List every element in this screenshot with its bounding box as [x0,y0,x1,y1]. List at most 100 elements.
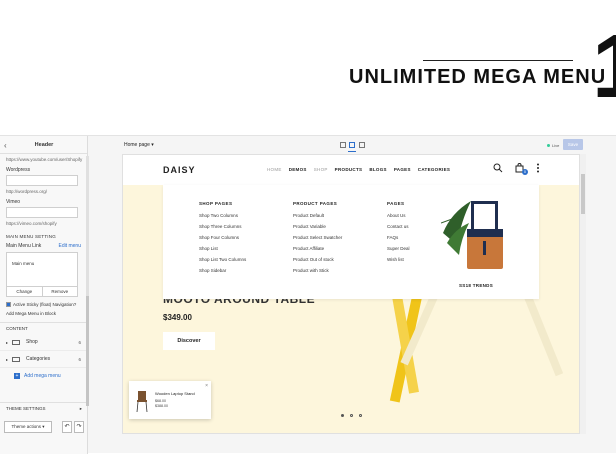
theme-editor: ‹ Header https://www.youtube.com/user/Sh… [0,135,616,454]
main-nav: HOME DEMOS SHOP PRODUCTS BLOGS PAGES CAT… [267,167,450,172]
desktop-view-icon[interactable] [349,142,355,148]
block-label: Shop [26,339,38,345]
sticky-nav-checkbox[interactable]: Active Sticky (float) Navigation? [6,302,81,307]
nav-item-shop[interactable]: SHOP [314,167,328,172]
nav-item-categories[interactable]: CATEGORIES [418,167,450,172]
banner-number: 1 [592,22,616,112]
popup-product-name: Wooden Laptop Stand [155,391,195,396]
column-title: SHOP PAGES [199,201,233,206]
preview-scroll-thumb[interactable] [581,174,585,214]
menu-item[interactable]: Product Out of stock [293,257,342,262]
column-title: PAGES [387,201,405,206]
nav-item-pages[interactable]: PAGES [394,167,411,172]
main-menu-picker[interactable]: Main menu [6,252,78,287]
wordpress-url-text: http://wordpress.org/ [6,189,48,194]
save-button[interactable]: Save [563,139,583,150]
menu-item[interactable]: Product with Stick [293,268,342,273]
menu-item[interactable]: Shop Sidebar [199,268,246,273]
menu-item[interactable]: FAQs [387,235,410,240]
menu-item[interactable]: Product Affiliate [293,246,342,251]
menu-item[interactable]: Product Variable [293,224,342,229]
change-button[interactable]: Change [7,287,43,296]
block-item-categories[interactable]: ▸ Categories 6 [0,351,87,368]
vimeo-field[interactable] [6,207,78,218]
mobile-view-icon[interactable] [340,142,346,148]
block-count: 6 [78,356,81,362]
menu-item[interactable]: Shop Four Columns [199,235,246,240]
recent-purchase-popup[interactable]: Wooden Laptop Stand $68.00 $388.00 × [129,381,211,419]
main-menu-value: Main menu [12,261,35,266]
menu-item[interactable]: About Us [387,213,410,218]
sidebar-title: Header [34,142,54,148]
menu-item[interactable]: Product Default [293,213,342,218]
slider-dots [341,414,362,417]
wordpress-field[interactable] [6,175,78,186]
menu-item[interactable]: Shop Two Columns [199,213,246,218]
mega-column-pages: PAGES About Us Contact us FAQs Super Dea… [387,201,410,268]
editor-sidebar: ‹ Header https://www.youtube.com/user/Sh… [0,136,89,454]
slider-dot[interactable] [359,414,362,417]
menu-item[interactable]: Wish list [387,257,410,262]
preview-frame: MOOTO AROUND TABLE $349.00 Discover DAIS… [122,154,580,434]
fullscreen-view-icon[interactable] [359,142,365,148]
active-view-indicator [348,151,356,152]
redo-icon[interactable]: ↷ [74,421,84,433]
bag-image [440,201,503,269]
banner-divider [423,60,573,61]
menu-item[interactable]: Shop List Two Columns [199,257,246,262]
nav-item-products[interactable]: PRODUCTS [335,167,363,172]
checkbox-icon[interactable] [6,302,11,307]
search-icon[interactable] [493,163,503,176]
menu-item[interactable]: Product Select Swatcher [293,235,342,240]
block-item-shop[interactable]: ▸ Shop 6 [0,334,87,351]
mega-menu-dropdown: SHOP PAGES Shop Two Columns Shop Three C… [163,185,539,299]
remove-button[interactable]: Remove [43,287,78,296]
chevron-right-icon: ▸ [79,406,82,411]
add-mega-menu-label: Add mega menu [24,373,61,379]
slider-dot[interactable] [350,414,353,417]
plus-icon: + [14,373,20,379]
sticky-nav-label: Active Sticky (float) Navigation? [13,302,77,307]
preview-scrollbar[interactable] [580,154,586,434]
undo-icon[interactable]: ↶ [62,421,72,433]
nav-item-demos[interactable]: DEMOS [289,167,307,172]
block-label: Categories [26,356,51,362]
hero-price: $349.00 [163,313,192,322]
theme-actions-button[interactable]: Theme actions ▾ [4,421,52,433]
mega-column-shop-pages: SHOP PAGES Shop Two Columns Shop Three C… [199,201,246,279]
site-logo[interactable]: DAISY [163,165,196,175]
discover-button[interactable]: Discover [163,332,215,350]
wordpress-label: Wordpress [6,167,31,173]
theme-actions-label: Theme actions [11,424,41,429]
menu-item[interactable]: Shop List [199,246,246,251]
site-header: DAISY HOME DEMOS SHOP PRODUCTS BLOGS PAG… [123,155,579,185]
vimeo-label: Vimeo [6,199,21,205]
promo-banner[interactable]: SS18 TRENDS [440,193,511,293]
add-mega-menu-block-text: Add Mega Menu in Block [6,311,57,316]
editor-topbar: Home page ▾ Live Save [89,136,616,154]
menu-item[interactable]: Contact us [387,224,410,229]
cart-icon[interactable]: 0 [515,163,528,176]
more-icon[interactable] [536,163,540,176]
block-icon [12,356,20,362]
banner-title: UNLIMITED MEGA MENU [349,66,607,88]
live-status: Live [547,143,559,148]
page-select[interactable]: Home page ▾ [124,142,154,148]
block-count: 6 [78,339,81,345]
add-mega-menu-button[interactable]: + Add mega menu [0,368,87,384]
block-icon [12,339,20,345]
nav-item-blogs[interactable]: BLOGS [369,167,387,172]
slider-dot[interactable] [341,414,344,417]
theme-settings-row[interactable]: THEME SETTINGS ▸ [0,402,88,415]
nav-item-home[interactable]: HOME [267,167,282,172]
sidebar-header: ‹ Header [0,136,87,154]
close-icon[interactable]: × [205,383,208,389]
feature-banner: UNLIMITED MEGA MENU 1 [0,0,616,130]
mega-column-product-pages: PRODUCT PAGES Product Default Product Va… [293,201,342,279]
main-menu-setting-heading: MAIN MENU SETTING [6,234,56,239]
edit-menu-link[interactable]: Edit menu [58,243,81,249]
menu-item[interactable]: Super Deal [387,246,410,251]
menu-item[interactable]: Shop Three Columns [199,224,246,229]
promo-caption: SS18 TRENDS [458,283,494,288]
sidebar-scroll-thumb[interactable] [86,296,89,406]
